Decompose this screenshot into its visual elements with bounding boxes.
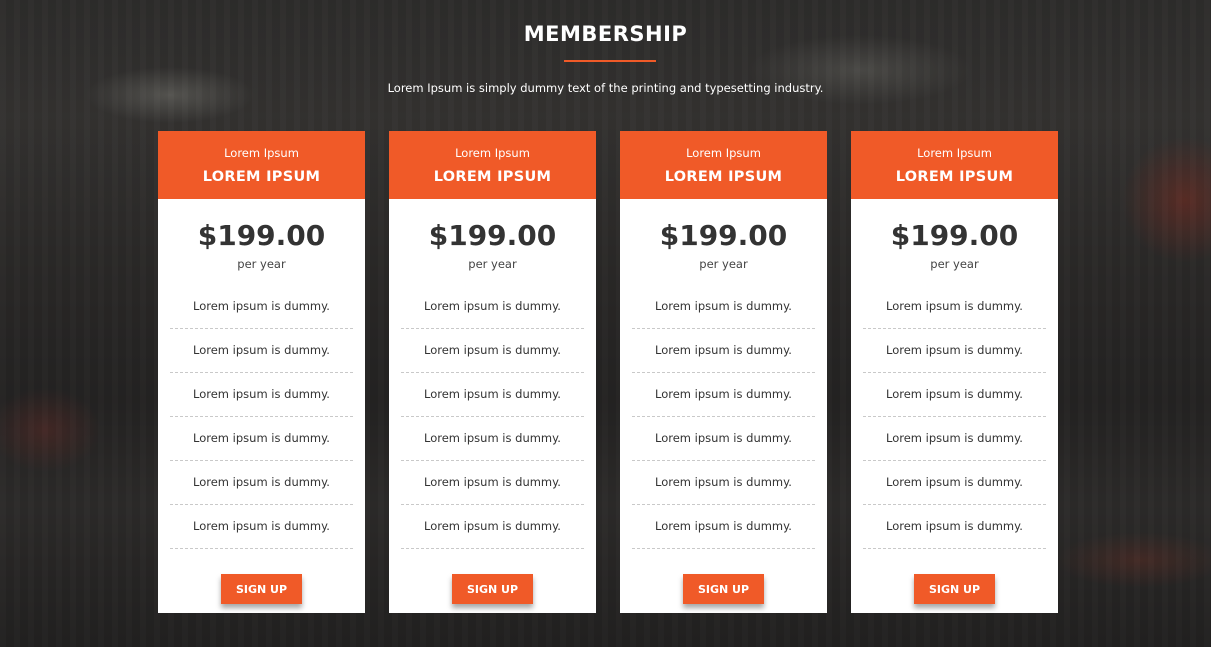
feature-item: Lorem ipsum is dummy. (401, 285, 584, 329)
feature-item: Lorem ipsum is dummy. (863, 417, 1046, 461)
plan-title: LOREM IPSUM (664, 169, 783, 185)
feature-item: Lorem ipsum is dummy. (863, 285, 1046, 329)
sign-up-button[interactable]: SIGN UP (914, 574, 995, 604)
sign-up-button[interactable]: SIGN UP (452, 574, 533, 604)
section-title: MEMBERSHIP (523, 22, 688, 46)
feature-item: Lorem ipsum is dummy. (170, 329, 353, 373)
pricing-cards: Lorem Ipsum LOREM IPSUM $199.00 per year… (158, 131, 1058, 614)
feature-item: Lorem ipsum is dummy. (863, 505, 1046, 549)
plan-subtitle: Lorem Ipsum (917, 146, 992, 160)
card-header: Lorem Ipsum LOREM IPSUM (851, 131, 1058, 199)
feature-item: Lorem ipsum is dummy. (401, 329, 584, 373)
pricing-card: Lorem Ipsum LOREM IPSUM $199.00 per year… (158, 131, 365, 613)
feature-list: Lorem ipsum is dummy. Lorem ipsum is dum… (863, 285, 1046, 549)
feature-item: Lorem ipsum is dummy. (632, 461, 815, 505)
feature-item: Lorem ipsum is dummy. (632, 417, 815, 461)
plan-period: per year (930, 257, 979, 271)
plan-subtitle: Lorem Ipsum (455, 146, 530, 160)
plan-title: LOREM IPSUM (433, 169, 552, 185)
feature-item: Lorem ipsum is dummy. (170, 285, 353, 329)
feature-item: Lorem ipsum is dummy. (632, 373, 815, 417)
feature-item: Lorem ipsum is dummy. (401, 417, 584, 461)
feature-item: Lorem ipsum is dummy. (170, 505, 353, 549)
sign-up-button[interactable]: SIGN UP (221, 574, 302, 604)
pricing-card: Lorem Ipsum LOREM IPSUM $199.00 per year… (851, 131, 1058, 613)
card-header: Lorem Ipsum LOREM IPSUM (389, 131, 596, 199)
plan-period: per year (237, 257, 286, 271)
feature-item: Lorem ipsum is dummy. (401, 373, 584, 417)
feature-item: Lorem ipsum is dummy. (863, 373, 1046, 417)
plan-price: $199.00 (890, 219, 1019, 252)
plan-subtitle: Lorem Ipsum (686, 146, 761, 160)
feature-item: Lorem ipsum is dummy. (863, 329, 1046, 373)
feature-item: Lorem ipsum is dummy. (401, 505, 584, 549)
feature-item: Lorem ipsum is dummy. (632, 329, 815, 373)
feature-list: Lorem ipsum is dummy. Lorem ipsum is dum… (170, 285, 353, 549)
feature-item: Lorem ipsum is dummy. (170, 373, 353, 417)
feature-item: Lorem ipsum is dummy. (170, 461, 353, 505)
plan-price: $199.00 (197, 219, 326, 252)
feature-item: Lorem ipsum is dummy. (632, 505, 815, 549)
membership-section: MEMBERSHIP Lorem Ipsum is simply dummy t… (0, 0, 1211, 647)
card-header: Lorem Ipsum LOREM IPSUM (620, 131, 827, 199)
section-subtitle: Lorem Ipsum is simply dummy text of the … (387, 81, 824, 95)
feature-item: Lorem ipsum is dummy. (863, 461, 1046, 505)
plan-title: LOREM IPSUM (202, 169, 321, 185)
pricing-card: Lorem Ipsum LOREM IPSUM $199.00 per year… (620, 131, 827, 613)
plan-period: per year (468, 257, 517, 271)
plan-price: $199.00 (659, 219, 788, 252)
card-header: Lorem Ipsum LOREM IPSUM (158, 131, 365, 199)
plan-price: $199.00 (428, 219, 557, 252)
pricing-card: Lorem Ipsum LOREM IPSUM $199.00 per year… (389, 131, 596, 613)
feature-item: Lorem ipsum is dummy. (401, 461, 584, 505)
plan-period: per year (699, 257, 748, 271)
feature-item: Lorem ipsum is dummy. (170, 417, 353, 461)
title-underline (564, 60, 656, 62)
sign-up-button[interactable]: SIGN UP (683, 574, 764, 604)
feature-list: Lorem ipsum is dummy. Lorem ipsum is dum… (401, 285, 584, 549)
feature-list: Lorem ipsum is dummy. Lorem ipsum is dum… (632, 285, 815, 549)
feature-item: Lorem ipsum is dummy. (632, 285, 815, 329)
plan-title: LOREM IPSUM (895, 169, 1014, 185)
plan-subtitle: Lorem Ipsum (224, 146, 299, 160)
section-content: MEMBERSHIP Lorem Ipsum is simply dummy t… (0, 0, 1211, 647)
